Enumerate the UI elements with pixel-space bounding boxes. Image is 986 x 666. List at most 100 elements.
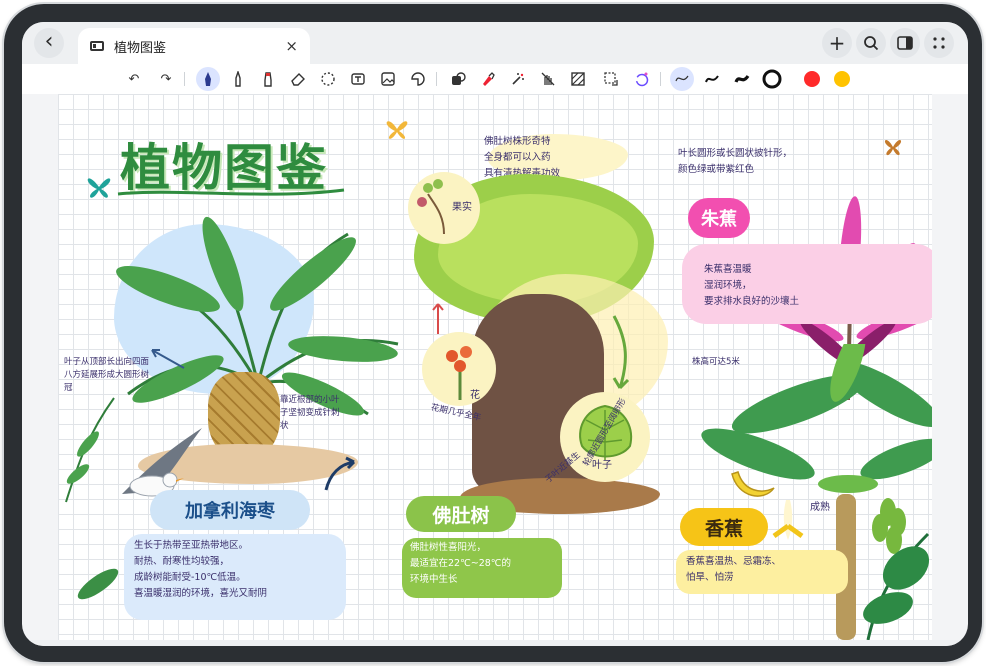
bottle-name-label: 佛肚树 — [406, 496, 516, 532]
monstera-leaf-decoration — [863, 532, 930, 640]
search-button[interactable] — [856, 28, 886, 58]
banana-desc-line: 怕旱、怕涝 — [686, 572, 734, 583]
leaf-decoration — [65, 397, 115, 503]
tab-bar: ‹ 植物图鉴 × + — [22, 22, 968, 64]
flower-illustration — [446, 346, 472, 400]
redo-button[interactable]: ↷ — [154, 67, 178, 91]
undo-button[interactable]: ↶ — [122, 67, 146, 91]
texture-tool[interactable] — [566, 67, 590, 91]
redo-icon: ↷ — [160, 71, 172, 87]
ti-desc-line: 湿润环境， — [704, 280, 752, 291]
effects-tool[interactable] — [506, 67, 530, 91]
arrow-icon — [612, 315, 630, 390]
eraser-tool[interactable] — [286, 67, 310, 91]
image-tool[interactable] — [376, 67, 400, 91]
ti-name-label: 朱蕉 — [688, 198, 750, 238]
palm-desc-line: 生长于热带至亚热带地区。 — [134, 540, 249, 551]
shape-tool[interactable] — [446, 67, 470, 91]
shape-icon — [452, 72, 466, 85]
palm-description: 生长于热带至亚热带地区。 耐热、耐寒性均较强， 成龄树能耐受-10℃低温。 喜温… — [134, 538, 344, 602]
leaf-decoration — [77, 568, 119, 600]
brush-tool[interactable] — [476, 67, 500, 91]
stroke-wave-tool[interactable] — [670, 67, 694, 91]
stroke-thick-tool[interactable] — [730, 67, 754, 91]
stroke-wave-icon — [675, 75, 689, 82]
grid-more-icon — [933, 37, 945, 49]
fruit-label: 果实 — [452, 202, 472, 213]
tab-close-icon[interactable]: × — [285, 37, 298, 55]
stroke-thin-tool[interactable] — [700, 67, 724, 91]
palm-leaf-note: 叶子从顶部长出向四面八方延展形成大圆形树冠 — [64, 357, 150, 393]
bottle-desc-line: 环境中生长 — [410, 574, 458, 585]
tab-title: 植物图鉴 — [114, 40, 167, 56]
ti-top-line: 颜色绿或带紫红色 — [678, 164, 755, 175]
plus-icon: + — [828, 31, 846, 55]
document-icon — [90, 41, 104, 51]
bottle-top-line: 全身都可以入药 — [484, 152, 551, 163]
text-box-tool[interactable] — [346, 67, 370, 91]
text-box-icon — [351, 73, 365, 85]
split-view-icon — [897, 36, 913, 50]
ti-description: 朱蕉喜温暖 湿润环境， 要求排水良好的沙壤土 — [704, 262, 924, 310]
marker-tool[interactable] — [256, 67, 280, 91]
app-screen: ‹ 植物图鉴 × + ↶ ↷ 植物图鉴 叶子从顶部长出向四面八方延展形成大圆形树… — [22, 22, 968, 646]
palm-name-label: 加拿利海枣 — [150, 490, 310, 530]
drawing-toolbar: ↶ ↷ — [22, 64, 968, 94]
bottle-top-line: 佛肚树株形奇特 — [484, 136, 551, 147]
palm-desc-line: 成龄树能耐受-10℃低温。 — [134, 572, 246, 583]
palm-desc-line: 耐热、耐寒性均较强， — [134, 556, 230, 567]
lasso-tool[interactable] — [316, 67, 340, 91]
color-yellow[interactable] — [834, 71, 850, 87]
fountain-pen-icon — [205, 72, 211, 86]
color-red[interactable] — [804, 71, 820, 87]
image-icon — [381, 72, 395, 86]
effects-icon — [512, 73, 524, 85]
marker-icon — [264, 72, 272, 87]
texture-icon — [571, 72, 585, 86]
banana-desc-line: 香蕉喜温热、忌霜冻、 — [686, 556, 782, 567]
bottom-bar — [22, 640, 968, 646]
pen-icon — [235, 71, 241, 87]
tablet-frame: ‹ 植物图鉴 × + ↶ ↷ 植物图鉴 叶子从顶部长出向四面八方延展形成大圆形树… — [4, 4, 982, 662]
brush-icon — [483, 72, 495, 86]
ti-desc-line: 要求排水良好的沙壤土 — [704, 296, 800, 307]
arrow-icon — [432, 303, 444, 334]
stroke-size-tool[interactable] — [760, 67, 784, 91]
banana-peeled-icon — [772, 500, 804, 540]
fountain-pen-tool[interactable] — [196, 67, 220, 91]
tab-document[interactable]: 植物图鉴 × — [78, 28, 310, 64]
pen-tool[interactable] — [226, 67, 250, 91]
banana-name-label: 香蕉 — [680, 508, 768, 546]
bottle-description: 佛肚树性喜阳光， 最适宜在22℃~28℃的 环境中生长 — [410, 540, 580, 588]
sticker-icon — [411, 72, 425, 86]
ti-top-note: 叶长圆形或长圆状披针形， 颜色绿或带紫红色 — [678, 146, 878, 178]
arrow-icon — [324, 456, 356, 491]
bottle-desc-line: 佛肚树性喜阳光， — [410, 542, 487, 553]
size-ring-icon — [762, 69, 782, 89]
search-icon — [864, 36, 879, 51]
lasso-icon — [321, 72, 335, 86]
hide-hand-icon — [541, 72, 555, 86]
back-icon: ‹ — [44, 28, 54, 54]
arrow-icon — [151, 349, 185, 369]
split-view-button[interactable] — [890, 28, 920, 58]
eraser-icon — [291, 73, 305, 86]
back-button[interactable]: ‹ — [34, 28, 64, 58]
sticker-tool[interactable] — [406, 67, 430, 91]
more-button[interactable] — [924, 28, 954, 58]
ti-desc-line: 朱蕉喜温暖 — [704, 264, 752, 275]
banana-ripe-label: 成熟 — [810, 502, 830, 513]
flower-label: 花 — [470, 390, 480, 401]
palm-root-note: 靠近根部的小叶子坚韧变成针刺状 — [280, 395, 340, 431]
stroke-thick-icon — [734, 74, 750, 83]
undo-icon: ↶ — [128, 71, 140, 87]
stroke-thin-icon — [705, 75, 719, 83]
transform-icon — [604, 72, 618, 86]
note-canvas[interactable]: 植物图鉴 叶子从顶部长出向四面八方延展形成大圆形树冠 靠近根部的小叶子坚韧变成针… — [58, 94, 932, 640]
ai-circle-icon — [635, 72, 649, 87]
ai-circle-tool[interactable] — [630, 67, 654, 91]
transform-tool[interactable] — [596, 67, 626, 91]
add-button[interactable]: + — [822, 28, 852, 58]
butterfly-icon — [386, 121, 408, 139]
hide-hand-tool[interactable] — [536, 67, 560, 91]
